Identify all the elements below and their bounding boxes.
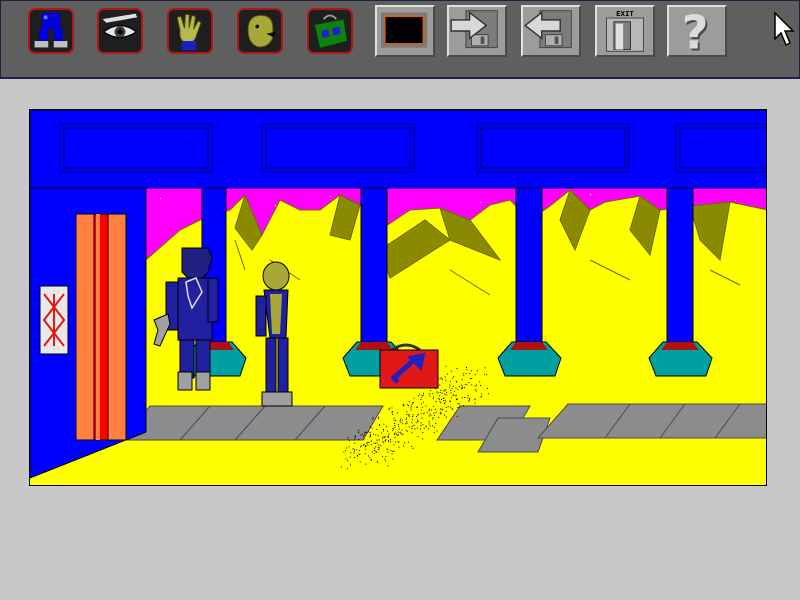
elevator-door[interactable] <box>75 213 127 441</box>
load-game-icon <box>524 10 572 49</box>
inventory-bag-icon <box>309 10 351 52</box>
load-game-button[interactable] <box>521 5 581 57</box>
help-button[interactable]: ? ? <box>667 5 727 57</box>
take-button[interactable] <box>167 8 213 54</box>
eye-icon <box>99 10 141 52</box>
walk-button[interactable] <box>28 8 74 54</box>
talk-head-icon <box>239 10 281 52</box>
exit-label: EXIT <box>616 9 634 18</box>
action-toolbar: EXIT ? ? <box>0 0 800 79</box>
walk-feet-icon <box>30 10 72 52</box>
exit-game-button[interactable]: EXIT <box>595 5 655 57</box>
current-item-button[interactable] <box>375 5 435 57</box>
ceiling-beam <box>30 110 766 189</box>
save-game-icon <box>450 10 498 49</box>
help-question-icon: ? ? <box>682 7 711 55</box>
warning-sign[interactable] <box>39 285 69 355</box>
exit-door-icon: EXIT <box>606 9 644 52</box>
save-game-button[interactable] <box>447 5 507 57</box>
red-toolbox[interactable] <box>379 343 439 389</box>
mouse-pointer-icon <box>773 11 795 47</box>
hand-icon <box>169 10 211 52</box>
look-button[interactable] <box>97 8 143 54</box>
help-label-highlight: ? <box>682 7 709 55</box>
current-item-slot-icon <box>381 12 428 48</box>
game-scene-viewport[interactable] <box>29 109 767 486</box>
talk-button[interactable] <box>237 8 283 54</box>
inventory-button[interactable] <box>307 8 353 54</box>
